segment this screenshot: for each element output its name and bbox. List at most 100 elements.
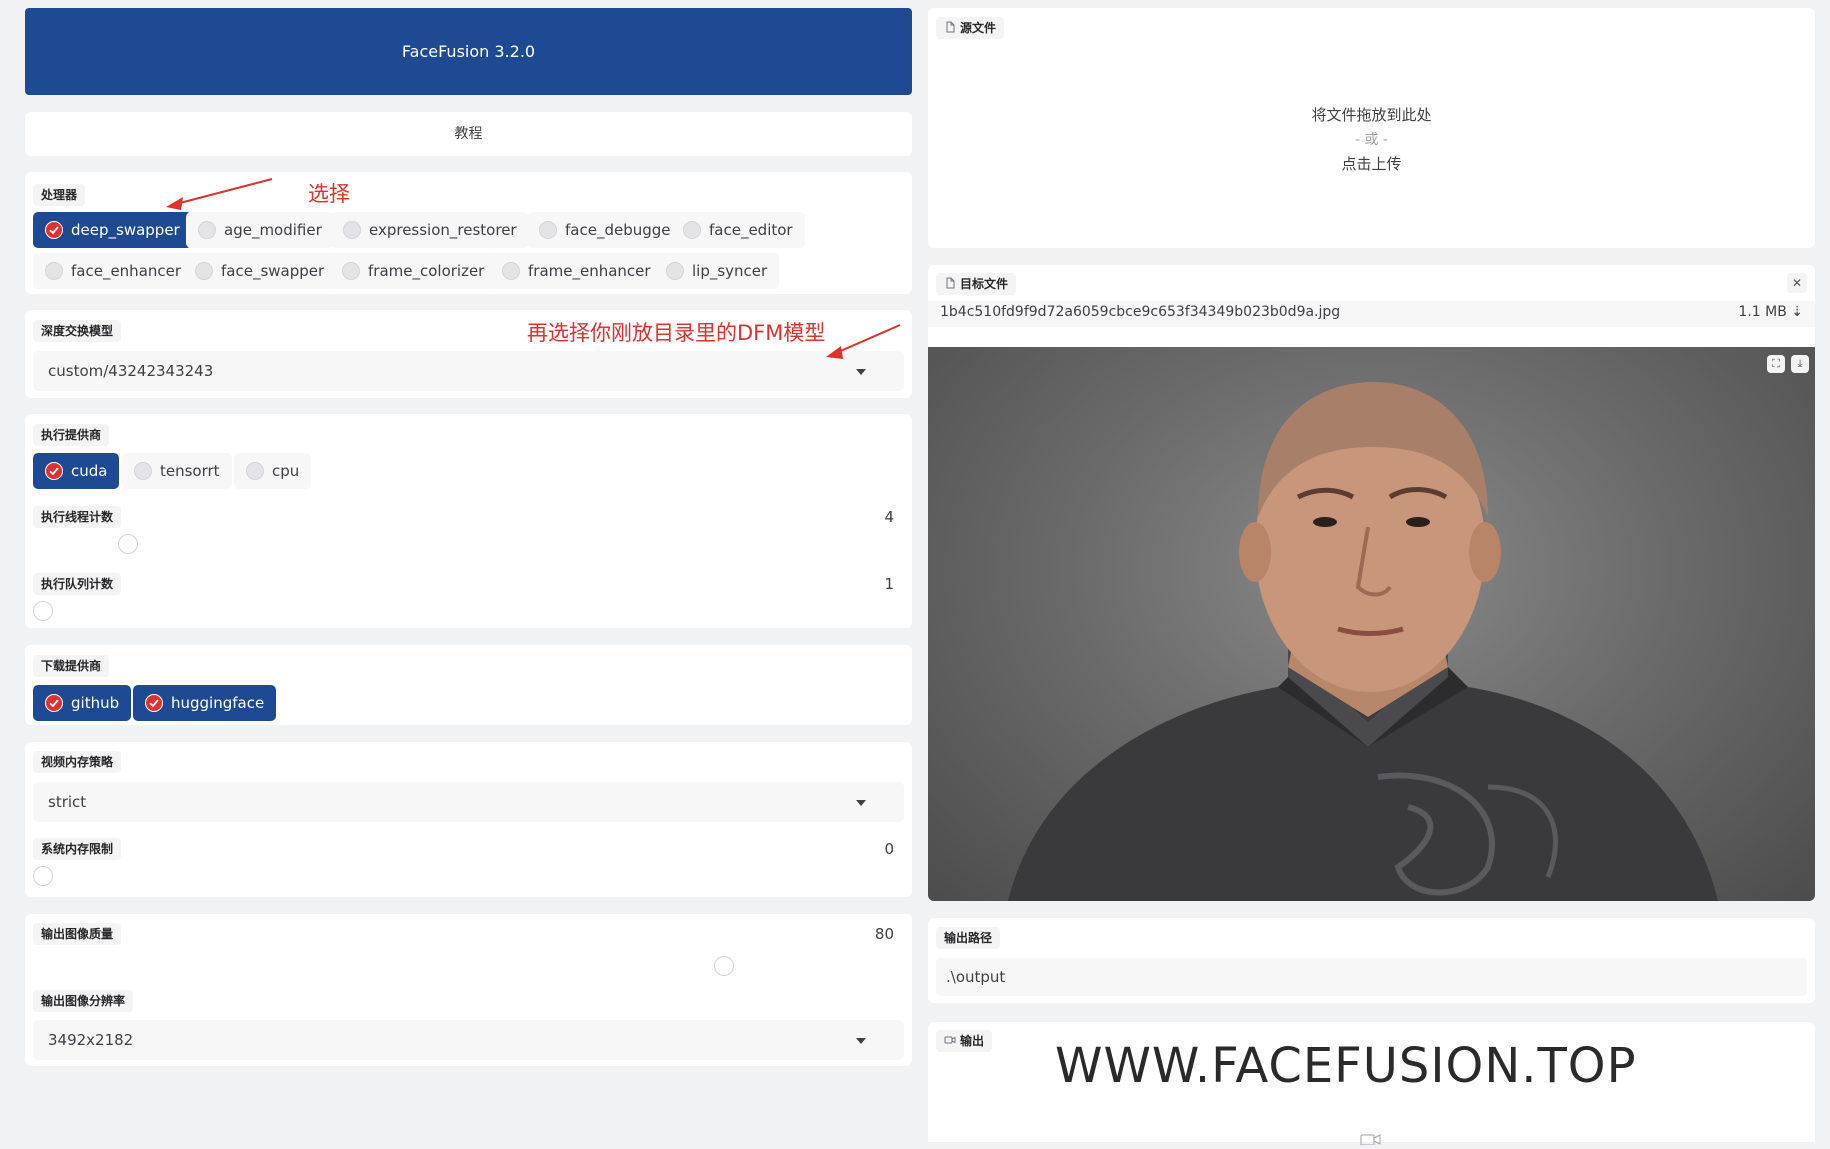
processor-label: face_swapper (221, 262, 325, 280)
output-path-panel: 输出路径 .\output (928, 918, 1815, 1003)
processor-deep-swapper[interactable]: deep_swapper (33, 212, 192, 248)
system-memory-limit-value[interactable]: 0 (854, 840, 894, 858)
processor-label: face_editor (709, 221, 793, 239)
download-provider-huggingface[interactable]: huggingface (133, 685, 277, 721)
video-memory-strategy-label: 视频内存策略 (33, 751, 122, 773)
provider-label: cuda (71, 462, 108, 480)
file-icon (946, 21, 955, 33)
close-icon[interactable]: ✕ (1787, 273, 1807, 293)
app-title-bar: FaceFusion 3.2.0 (25, 8, 912, 95)
file-icon (946, 277, 955, 289)
output-image-resolution-dropdown[interactable]: 3492x2182 (33, 1020, 904, 1060)
processor-age-modifier[interactable]: age_modifier (186, 212, 334, 248)
deep-swapper-model-label: 深度交换模型 (33, 320, 122, 342)
processors-panel: 处理器 deep_swapper age_modifier expression… (25, 172, 912, 294)
deep-swapper-model-dropdown[interactable]: custom/43242343243 (33, 351, 904, 391)
output-label: 输出 (936, 1030, 993, 1052)
output-image-quality-label: 输出图像质量 (33, 923, 122, 945)
download-icon[interactable]: ⤓ (1791, 355, 1809, 373)
target-label-text: 目标文件 (960, 277, 1009, 291)
checkbox (342, 262, 360, 280)
check-icon (45, 462, 63, 480)
slider-handle[interactable] (118, 534, 138, 554)
execution-queue-count-value[interactable]: 1 (854, 575, 894, 593)
processor-face-editor[interactable]: face_editor (671, 212, 805, 248)
target-file-row[interactable]: 1b4c510fd9f9d72a6059cbce9c653f34349b023b… (928, 301, 1815, 327)
fullscreen-icon[interactable]: ⛶ (1767, 355, 1785, 373)
checkbox (198, 221, 216, 239)
target-label: 目标文件 (936, 273, 1017, 295)
output-watermark: WWW.FACEFUSION.TOP (1055, 1038, 1637, 1094)
deep-swapper-model-value: custom/43242343243 (48, 362, 214, 380)
target-image-preview: ⛶ ⤓ (928, 347, 1815, 901)
processor-frame-enhancer[interactable]: frame_enhancer (490, 253, 663, 289)
output-image-panel: 输出图像质量 80 输出图像分辨率 3492x2182 (25, 914, 912, 1066)
processor-label: face_debugger (565, 221, 677, 239)
slider-handle[interactable] (33, 866, 53, 886)
checkbox (683, 221, 701, 239)
execution-thread-count-slider[interactable] (33, 532, 904, 556)
source-drop-text: 将文件拖放到此处 (1311, 106, 1432, 124)
caret-down-icon (856, 800, 866, 806)
system-memory-limit-label: 系统内存限制 (33, 838, 122, 860)
checkbox (246, 462, 264, 480)
processors-label: 处理器 (33, 184, 86, 206)
download-provider-label: github (71, 694, 120, 712)
execution-providers-label: 执行提供商 (33, 424, 110, 446)
execution-queue-count-slider[interactable] (33, 600, 904, 624)
output-image-quality-value[interactable]: 80 (854, 925, 894, 943)
processor-expression-restorer[interactable]: expression_restorer (331, 212, 529, 248)
annotation-select-model: 再选择你刚放目录里的DFM模型 (527, 321, 826, 345)
processor-label: frame_colorizer (368, 262, 485, 280)
portrait-photo (1008, 382, 1718, 901)
processor-face-swapper[interactable]: face_swapper (183, 253, 337, 289)
slider-handle[interactable] (714, 956, 734, 976)
system-memory-limit-slider[interactable] (33, 865, 904, 889)
caret-down-icon (856, 1038, 866, 1044)
source-or-text: - 或 - (1354, 132, 1388, 148)
output-path-input[interactable]: .\output (936, 958, 1807, 996)
slider-handle[interactable] (33, 601, 53, 621)
provider-label: tensorrt (160, 462, 220, 480)
provider-tensorrt[interactable]: tensorrt (122, 453, 232, 489)
provider-cuda[interactable]: cuda (33, 453, 120, 489)
output-image-resolution-label: 输出图像分辨率 (33, 990, 134, 1012)
execution-thread-count-value[interactable]: 4 (854, 508, 894, 526)
output-image-resolution-value: 3492x2182 (48, 1031, 134, 1049)
output-label-text: 输出 (960, 1034, 985, 1048)
checkbox (134, 462, 152, 480)
processor-face-debugger[interactable]: face_debugger (527, 212, 689, 248)
video-icon (944, 1036, 956, 1044)
target-filesize: 1.1 MB ⇣ (1738, 304, 1803, 320)
output-path-label: 输出路径 (936, 927, 1001, 949)
source-upload-panel[interactable]: 源文件 将文件拖放到此处 - 或 - 点击上传 (928, 8, 1815, 248)
tutorial-button[interactable]: 教程 (25, 112, 912, 156)
processor-label: face_enhancer (71, 262, 182, 280)
checkbox (195, 262, 213, 280)
processor-label: age_modifier (224, 221, 322, 239)
source-label: 源文件 (936, 17, 1005, 39)
check-icon (45, 694, 63, 712)
caret-down-icon (856, 369, 866, 375)
output-image-quality-slider[interactable] (33, 954, 904, 978)
processor-face-enhancer[interactable]: face_enhancer (33, 253, 194, 289)
checkbox (539, 221, 557, 239)
check-icon (45, 221, 63, 239)
checkbox (45, 262, 63, 280)
provider-label: cpu (272, 462, 300, 480)
output-panel: 输出 WWW.FACEFUSION.TOP (928, 1022, 1815, 1146)
provider-cpu[interactable]: cpu (234, 453, 312, 489)
processor-lip-syncer[interactable]: lip_syncer (654, 253, 780, 289)
annotation-select: 选择 (308, 182, 350, 206)
download-provider-github[interactable]: github (33, 685, 132, 721)
tutorial-label: 教程 (454, 126, 483, 142)
source-upload-text[interactable]: 点击上传 (928, 153, 1815, 174)
video-memory-strategy-dropdown[interactable]: strict (33, 782, 904, 822)
download-provider-label: huggingface (171, 694, 265, 712)
processor-label: lip_syncer (692, 262, 768, 280)
execution-panel: 执行提供商 cuda tensorrt cpu 执行线程计数 4 执行队列计数 … (25, 414, 912, 628)
processor-label: deep_swapper (71, 221, 180, 239)
processor-frame-colorizer[interactable]: frame_colorizer (330, 253, 497, 289)
checkbox (343, 221, 361, 239)
target-filename: 1b4c510fd9f9d72a6059cbce9c653f34349b023b… (940, 304, 1341, 320)
